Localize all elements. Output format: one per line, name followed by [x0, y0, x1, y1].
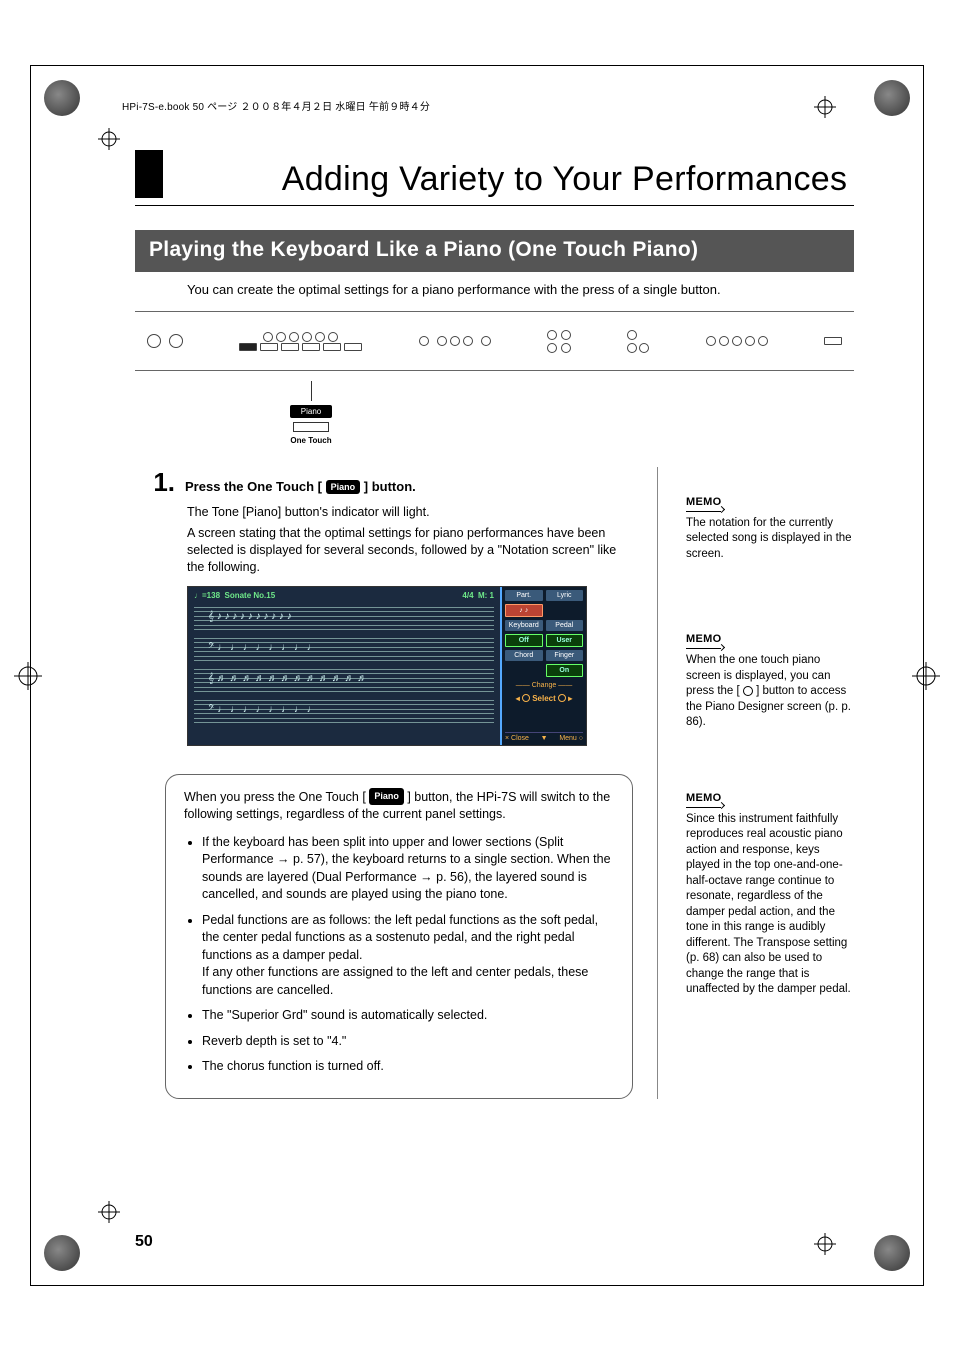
memo-body: When the one touch piano screen is displ…	[686, 653, 854, 731]
registration-mark	[14, 662, 42, 690]
piano-badge-icon: Piano	[290, 405, 332, 418]
body-text: The Tone [Piano] button's indicator will…	[187, 504, 633, 521]
memo-block: MEMO The notation for the currently sele…	[686, 495, 854, 562]
print-header-line: HPi-7S-e.book 50 ページ ２００８年４月２日 水曜日 午前９時４…	[122, 98, 430, 113]
body-text: A screen stating that the optimal settin…	[187, 525, 633, 576]
memo-heading: MEMO	[686, 632, 721, 649]
page-number: 50	[135, 1233, 153, 1251]
callout-label: One Touch	[271, 436, 351, 445]
main-title: Adding Variety to Your Performances	[275, 160, 854, 199]
o-button-icon	[743, 686, 753, 696]
piano-badge-icon: Piano	[326, 480, 361, 494]
memo-body: Since this instrument faithfully reprodu…	[686, 812, 854, 998]
memo-body: The notation for the currently selected …	[686, 516, 854, 563]
settings-info-box: When you press the One Touch [ Piano ] b…	[165, 774, 633, 1099]
memo-block: MEMO Since this instrument faithfully re…	[686, 791, 854, 998]
printer-mark-circle	[874, 1235, 910, 1271]
section-intro: You can create the optimal settings for …	[187, 282, 854, 297]
notation-screen-illustration: ♩=138 Sonate No.15 4/4 M: 1 𝄞 ♪ ♪ ♪ ♪ ♪ …	[187, 586, 587, 746]
registration-mark	[98, 128, 120, 150]
registration-mark	[98, 1201, 120, 1223]
registration-mark	[912, 662, 940, 690]
printer-mark-circle	[44, 1235, 80, 1271]
chapter-tab	[135, 150, 163, 198]
list-item: If the keyboard has been split into uppe…	[202, 834, 614, 904]
front-panel-diagram	[135, 311, 854, 371]
step-number: 1.	[135, 467, 175, 498]
memo-heading: MEMO	[686, 495, 721, 512]
section-heading: Playing the Keyboard Like a Piano (One T…	[135, 230, 854, 272]
list-item: The chorus function is turned off.	[202, 1058, 614, 1076]
step-title: Press the One Touch [ Piano ] button.	[185, 479, 416, 495]
one-touch-piano-callout: Piano One Touch	[271, 381, 351, 445]
registration-mark	[814, 1233, 836, 1255]
memo-heading: MEMO	[686, 791, 721, 808]
title-rule	[135, 205, 854, 206]
registration-mark	[814, 96, 836, 118]
printer-mark-circle	[44, 80, 80, 116]
list-item: The "Superior Grd" sound is automaticall…	[202, 1007, 614, 1025]
list-item: Pedal functions are as follows: the left…	[202, 912, 614, 1000]
printer-mark-circle	[874, 80, 910, 116]
memo-block: MEMO When the one touch piano screen is …	[686, 632, 854, 730]
piano-badge-icon: Piano	[369, 788, 404, 805]
list-item: Reverb depth is set to "4."	[202, 1033, 614, 1051]
